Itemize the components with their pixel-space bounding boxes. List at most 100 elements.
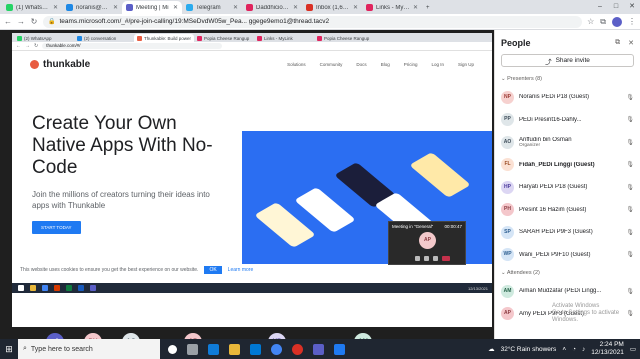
popup-title-text: Meeting in "General" <box>392 224 434 229</box>
clock[interactable]: 2:24 PM 12/13/2021 <box>591 341 624 357</box>
participant-row[interactable]: FL Fidah_PEDi Linggi (Guest) 🎙 <box>495 154 640 177</box>
close-icon[interactable]: ✕ <box>413 4 418 11</box>
shared-tab: Thunkable: Build power <box>134 34 194 42</box>
browser-tab[interactable]: Links - MyLink✕ <box>362 1 422 14</box>
participant-row[interactable]: PP PEDi Presint16-Dahly... 🎙 <box>495 109 640 132</box>
close-icon[interactable]: ✕ <box>173 4 178 11</box>
participant-row[interactable]: AM Aiman Mudzafar (PEDi Lingg... 🎙 <box>495 280 640 303</box>
participant-name: Ariffudin bin Osman Organizer <box>519 137 621 148</box>
shared-clock: 12/13/2021 <box>467 285 488 291</box>
close-icon[interactable]: ✕ <box>113 4 118 11</box>
logo-text: thunkable <box>43 58 91 70</box>
store-icon[interactable] <box>250 343 261 355</box>
hero-subtext: Join the millions of creators turning th… <box>32 190 210 210</box>
browser-tab[interactable]: Daddhicious (Dai✕ <box>242 1 302 14</box>
window-controls: – □ ✕ <box>592 0 640 14</box>
tab-favicon-icon <box>66 4 73 11</box>
participant-name-text: PEDi Presint16-Dahly... <box>519 116 582 123</box>
start-today-button: START TODAY <box>32 221 81 234</box>
system-tray: ☁ 32°C Rain showers ˄ ◔ ♪ 2:24 PM 12/13/… <box>488 341 640 357</box>
back-icon[interactable]: ← <box>4 17 12 26</box>
cortana-icon[interactable] <box>168 344 177 354</box>
site-menu-item: Blog <box>380 61 390 67</box>
browser-tab[interactable]: Meeting | Mi ✕ <box>122 1 182 14</box>
attendees-header[interactable]: ⌄ Attendees (2) <box>495 266 640 280</box>
edge-icon[interactable] <box>208 343 219 355</box>
mic-off-icon: 🎙 <box>626 184 634 191</box>
presenters-header-label: Presenters (8) <box>507 76 542 82</box>
site-menu-item: Pricing <box>403 61 418 67</box>
participant-name: Noranis PEDi P18 (Guest) <box>519 94 621 100</box>
share-invite-button[interactable]: ⤴ Share invite <box>501 54 634 67</box>
zoom-icon[interactable] <box>334 343 345 355</box>
close-icon[interactable]: ✕ <box>628 39 634 47</box>
cookie-banner: This website uses cookies to ensure you … <box>12 264 492 275</box>
tab-favicon-icon <box>77 35 82 41</box>
meeting-stage: (2) WhatsApp (2) conversation Thunkable: B… <box>0 30 494 351</box>
popout-icon[interactable]: ⧉ <box>615 39 620 47</box>
avatar: PP <box>501 113 514 127</box>
site-menu: Solutions Community Docs Blog Pricing Log In S… <box>287 62 474 67</box>
browser-tab[interactable]: (1) WhatsApp ✕ <box>2 1 62 14</box>
browser-tab[interactable]: noranis@sprintb✕ <box>62 1 122 14</box>
close-icon[interactable]: ✕ <box>233 4 238 11</box>
weather-icon[interactable]: ☁ <box>488 345 495 353</box>
participant-name-text: Ariffudin bin Osman <box>519 136 572 143</box>
windows-icon <box>18 285 24 291</box>
participant-name: Aiman Mudzafar (PEDi Lingg... <box>519 288 621 294</box>
presenters-header[interactable]: ⌄ Presenters (8) <box>495 74 640 86</box>
hangup-icon <box>442 256 450 261</box>
weather-text[interactable]: 32°C Rain showers <box>501 346 557 353</box>
participant-row[interactable]: NP Noranis PEDi P18 (Guest) 🎙 <box>495 86 640 109</box>
participant-row[interactable]: HP Haryati PEDi P18 (Guest) 🎙 <box>495 176 640 199</box>
tab-label: Meeting | Mi <box>136 4 169 11</box>
file-explorer-icon[interactable] <box>229 343 240 355</box>
folder-icon <box>30 285 36 291</box>
participant-row[interactable]: AO Ariffudin bin Osman Organizer 🎙 <box>495 131 640 154</box>
close-icon[interactable]: ✕ <box>353 4 358 11</box>
share-invite-label: Share invite <box>555 57 590 64</box>
star-icon[interactable]: ☆ <box>587 17 594 27</box>
mic-off-icon: 🎙 <box>626 252 634 259</box>
site-menu-item: Sign Up <box>457 61 474 67</box>
chrome-icon <box>42 285 48 291</box>
tab-favicon-icon <box>186 4 193 11</box>
reload-icon[interactable]: ↻ <box>30 17 38 26</box>
browser-tab[interactable]: Inbox (1,648) - u✕ <box>302 1 362 14</box>
new-tab-button[interactable]: + <box>422 1 436 14</box>
participant-row[interactable]: SP SARAH PEDi P9F3 (Guest) 🎙 <box>495 221 640 244</box>
menu-icon[interactable]: ⋮ <box>628 17 636 27</box>
participant-row[interactable]: WP Wani_PEDi P9F10 (Guest) 🎙 <box>495 244 640 267</box>
minimize-icon[interactable]: – <box>592 0 608 14</box>
browser-tab[interactable]: Telegram ✕ <box>182 1 242 14</box>
extensions-icon[interactable]: ⧉ <box>600 17 606 27</box>
address-bar: ← → ↻ 🔒 teams.microsoft.com/_#/pre-join-… <box>0 14 640 30</box>
tab-label: (2) WhatsApp <box>24 35 52 41</box>
start-button[interactable]: ⊞ <box>0 339 18 359</box>
opera-icon[interactable] <box>292 343 303 355</box>
volume-icon[interactable]: ♪ <box>582 346 585 353</box>
participant-name: Presint 16 Hazim (Guest) <box>519 207 621 213</box>
close-icon[interactable]: ✕ <box>293 4 298 11</box>
avatar: PH <box>501 203 514 217</box>
chevron-up-icon[interactable]: ˄ <box>562 346 566 353</box>
forward-icon[interactable]: → <box>17 17 25 26</box>
url-text: teams.microsoft.com/_#/pre-join-calling/… <box>59 18 330 25</box>
teams-icon[interactable] <box>313 343 324 355</box>
notifications-icon[interactable]: ▭ <box>630 345 636 353</box>
chrome-icon[interactable] <box>271 343 282 355</box>
learn-more-link: Learn more <box>227 266 254 273</box>
mic-off-icon: 🎙 <box>626 207 634 214</box>
maximize-icon[interactable]: □ <box>608 0 624 14</box>
close-icon[interactable]: ✕ <box>624 0 640 14</box>
watermark-line: Go to Settings to activate Windows. <box>552 310 620 323</box>
avatar: AO <box>501 135 514 149</box>
tab-label: Popia Cheese Rangup <box>324 35 370 41</box>
taskbar-search[interactable]: ⌕ Type here to search <box>18 339 160 359</box>
task-view-icon[interactable] <box>187 343 198 355</box>
close-icon[interactable]: ✕ <box>53 4 58 11</box>
network-icon[interactable]: ◔ <box>572 346 576 353</box>
participant-row[interactable]: PH Presint 16 Hazim (Guest) 🎙 <box>495 199 640 222</box>
profile-avatar[interactable] <box>612 16 622 27</box>
url-field[interactable]: 🔒 teams.microsoft.com/_#/pre-join-callin… <box>43 15 583 28</box>
